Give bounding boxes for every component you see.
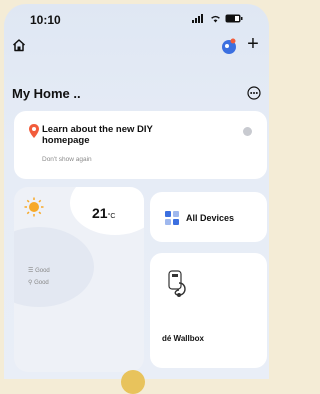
status-bar: 10:10 bbox=[4, 4, 269, 34]
home-icon[interactable] bbox=[12, 38, 26, 52]
wallbox-device-tile[interactable]: dé Wallbox bbox=[150, 253, 267, 368]
humidity-value: Good bbox=[34, 280, 49, 286]
temperature-value: 21 bbox=[92, 205, 108, 221]
top-bar: + bbox=[4, 34, 269, 62]
all-devices-tile[interactable]: All Devices bbox=[150, 192, 267, 242]
sun-icon bbox=[24, 197, 44, 217]
wallbox-charger-icon bbox=[168, 270, 186, 297]
wallbox-label: dé Wallbox bbox=[162, 334, 204, 343]
more-options-icon[interactable] bbox=[247, 86, 261, 100]
location-pin-icon bbox=[29, 124, 39, 138]
wifi-icon bbox=[211, 15, 220, 23]
banner-title: Learn about the new DIY homepage bbox=[42, 124, 153, 146]
status-time: 10:10 bbox=[30, 13, 61, 27]
bottom-badge[interactable] bbox=[121, 370, 145, 394]
all-devices-label: All Devices bbox=[186, 213, 235, 223]
close-banner-icon[interactable] bbox=[243, 127, 252, 136]
home-title[interactable]: My Home .. bbox=[12, 86, 81, 101]
temperature-unit: °C bbox=[107, 213, 116, 220]
all-devices-icon bbox=[165, 211, 179, 225]
humidity-row: ⚲ Good bbox=[28, 279, 49, 286]
phone-screen: 10:10 + My Home .. Learn about the new D… bbox=[4, 4, 269, 379]
air-quality-row: ☰ Good bbox=[28, 267, 50, 274]
signal-icon bbox=[192, 14, 203, 23]
battery-icon bbox=[225, 14, 243, 23]
air-quality-icon: ☰ bbox=[28, 268, 34, 274]
add-button[interactable]: + bbox=[243, 34, 263, 54]
humidity-icon: ⚲ bbox=[28, 280, 33, 286]
dont-show-again-link[interactable]: Don't show again bbox=[42, 156, 92, 163]
weather-card[interactable]: 21°C ☰ Good ⚲ Good bbox=[14, 187, 144, 372]
temperature: 21°C bbox=[92, 205, 115, 221]
air-quality-value: Good bbox=[35, 268, 50, 274]
assistant-avatar-icon[interactable] bbox=[219, 36, 239, 56]
status-icons bbox=[192, 14, 243, 23]
weather-backdrop-secondary bbox=[14, 227, 94, 307]
diy-homepage-banner[interactable]: Learn about the new DIY homepage Don't s… bbox=[14, 111, 267, 179]
